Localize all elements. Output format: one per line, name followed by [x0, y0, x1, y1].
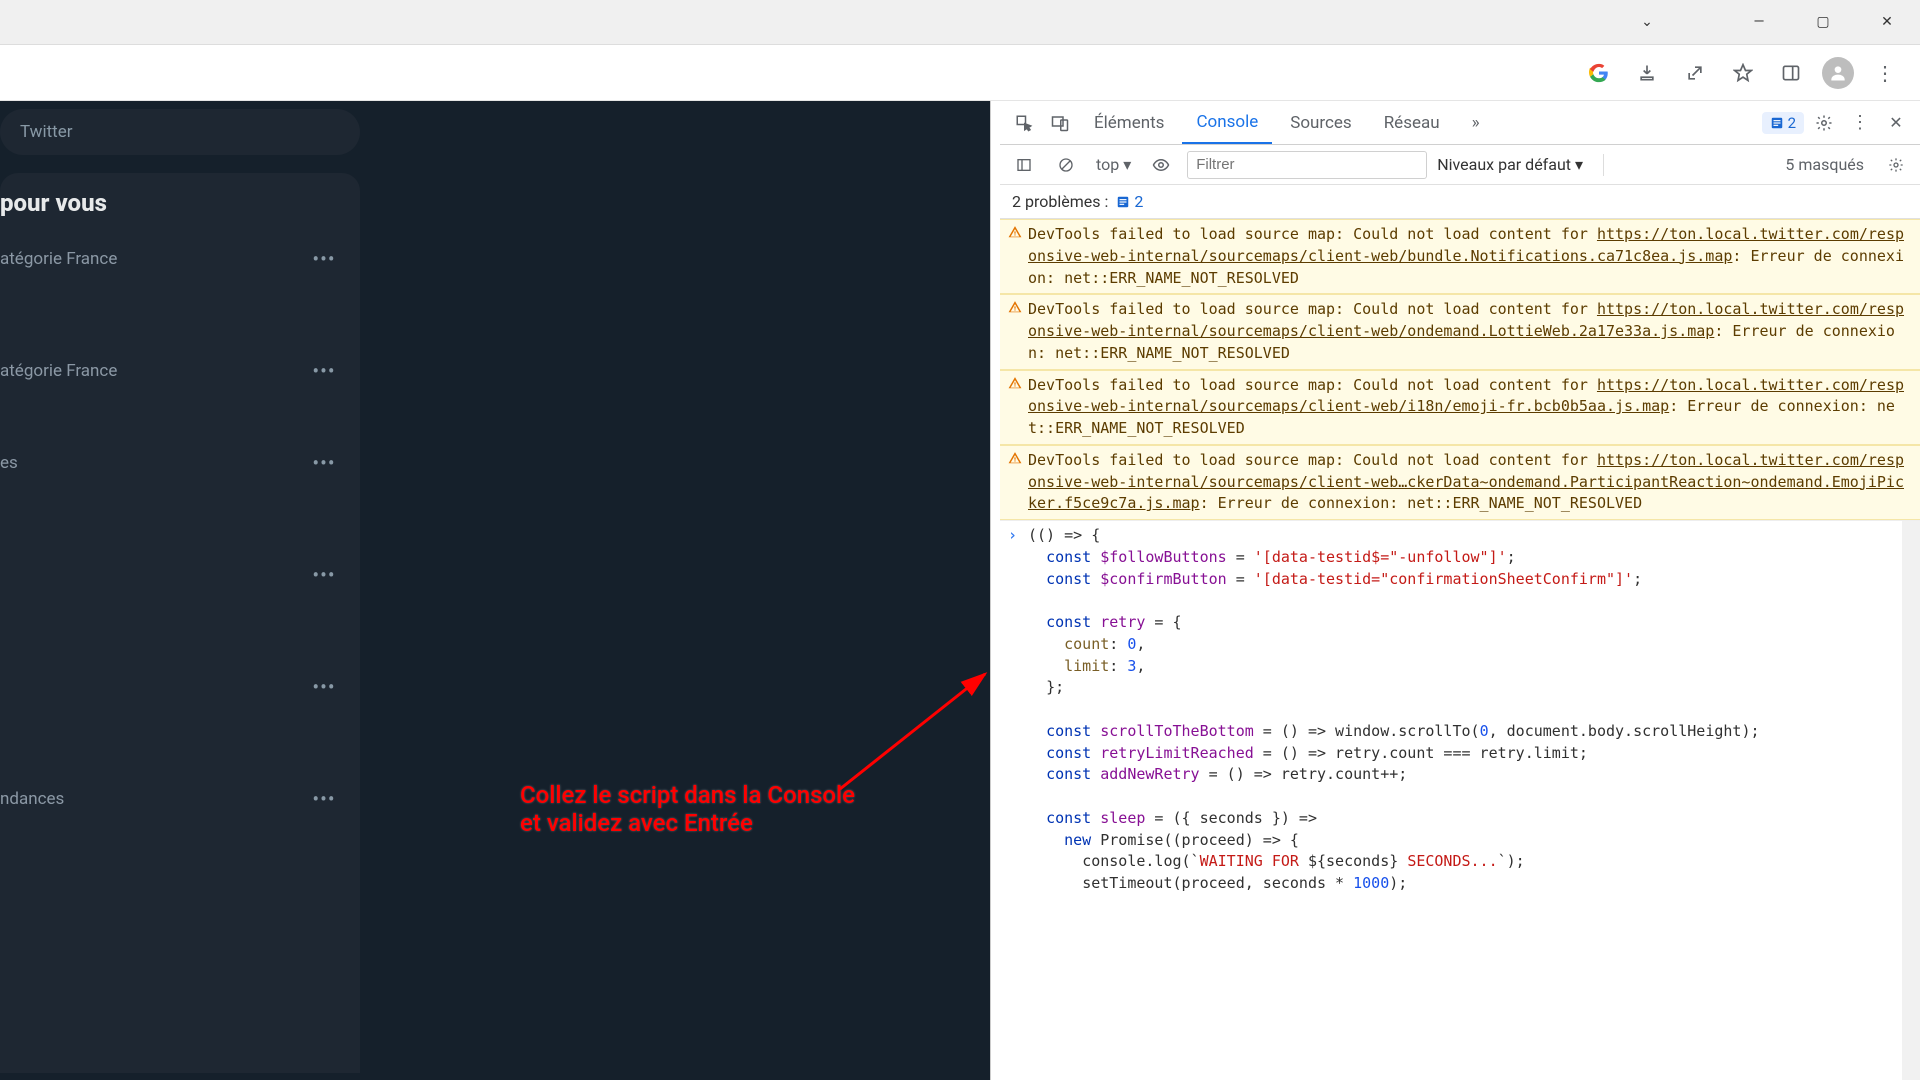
code-line: console.log(`WAITING FOR ${seconds} SECO…	[1028, 851, 1908, 873]
console-sidebar-toggle-icon[interactable]	[1008, 149, 1040, 181]
code-line	[1028, 590, 1908, 612]
code-line: const $followButtons = '[data-testid$="-…	[1028, 547, 1908, 569]
list-item[interactable]: atégorie France •••	[0, 231, 360, 299]
console-output[interactable]: DevTools failed to load source map: Coul…	[1000, 219, 1920, 1080]
devtools-close-icon[interactable]: ✕	[1880, 107, 1912, 139]
settings-gear-icon[interactable]	[1808, 107, 1840, 139]
devtools-panel: Éléments Console Sources Réseau » 2 ⋮ ✕	[1000, 101, 1920, 1080]
sidepanel-icon[interactable]	[1774, 56, 1808, 90]
list-item[interactable]: es •••	[0, 411, 360, 503]
context-selector[interactable]: top▾	[1092, 155, 1135, 174]
google-account-icon[interactable]	[1582, 56, 1616, 90]
trend-label: ndances	[0, 789, 64, 809]
window-close-button[interactable]: ✕	[1864, 6, 1910, 38]
code-line: limit: 3,	[1028, 656, 1908, 678]
code-line: (() => {	[1028, 525, 1908, 547]
console-toolbar: top▾ Niveaux par défaut▾ 5 masqués	[1000, 145, 1920, 185]
code-line: const retry = {	[1028, 612, 1908, 634]
problems-label: 2 problèmes :	[1012, 192, 1108, 211]
more-icon[interactable]: •••	[306, 247, 342, 271]
for-you-panel: pour vous atégorie France ••• atégorie F…	[0, 173, 360, 1073]
live-expression-icon[interactable]	[1145, 149, 1177, 181]
tab-chevron-icon[interactable]: ⌄	[1624, 6, 1670, 38]
code-line: const addNewRetry = () => retry.count++;	[1028, 764, 1908, 786]
list-item[interactable]: •••	[0, 615, 360, 727]
annotation-text: Collez le script dans la Console et vali…	[520, 781, 855, 837]
trend-label: es	[0, 453, 18, 473]
browser-toolbar: ⋮	[0, 45, 1920, 101]
console-warning: DevTools failed to load source map: Coul…	[1000, 219, 1920, 294]
trend-label: atégorie France	[0, 249, 117, 269]
clear-console-icon[interactable]	[1050, 149, 1082, 181]
profile-avatar[interactable]	[1822, 57, 1854, 89]
browser-menu-icon[interactable]: ⋮	[1868, 56, 1902, 90]
more-icon[interactable]: •••	[306, 675, 342, 699]
inspect-element-icon[interactable]	[1008, 107, 1040, 139]
code-line: new Promise((proceed) => {	[1028, 830, 1908, 852]
more-icon[interactable]: •••	[306, 787, 342, 811]
problems-badge: 2	[1116, 192, 1143, 211]
code-line	[1028, 699, 1908, 721]
code-line: };	[1028, 677, 1908, 699]
code-line: const retryLimitReached = () => retry.co…	[1028, 743, 1908, 765]
console-settings-gear-icon[interactable]	[1880, 149, 1912, 181]
list-item[interactable]: atégorie France •••	[0, 299, 360, 411]
twitter-sidebar: Twitter pour vous atégorie France ••• at…	[0, 101, 990, 1080]
tab-console[interactable]: Console	[1182, 102, 1272, 144]
hidden-count[interactable]: 5 masqués	[1785, 155, 1870, 174]
window-maximize-button[interactable]: ▢	[1800, 6, 1846, 38]
search-input[interactable]: Twitter	[0, 109, 360, 155]
console-warning: DevTools failed to load source map: Coul…	[1000, 445, 1920, 520]
more-icon[interactable]: •••	[306, 563, 342, 587]
window-minimize-button[interactable]: —	[1736, 6, 1782, 38]
search-placeholder: Twitter	[20, 122, 72, 142]
tabs-overflow-icon[interactable]: »	[1458, 103, 1494, 143]
code-line: const sleep = ({ seconds }) =>	[1028, 808, 1908, 830]
code-line	[1028, 786, 1908, 808]
issues-count: 2	[1788, 114, 1796, 132]
console-input-line[interactable]: › (() => { const $followButtons = '[data…	[1000, 520, 1920, 899]
tab-sources[interactable]: Sources	[1276, 103, 1365, 143]
splitter-handle[interactable]	[990, 101, 1000, 1080]
console-warning: DevTools failed to load source map: Coul…	[1000, 294, 1920, 369]
filter-input[interactable]	[1187, 151, 1427, 179]
share-icon[interactable]	[1678, 56, 1712, 90]
downloads-icon[interactable]	[1630, 56, 1664, 90]
more-icon[interactable]: •••	[306, 359, 342, 383]
panel-title: pour vous	[0, 189, 360, 231]
devtools-tabbar: Éléments Console Sources Réseau » 2 ⋮ ✕	[1000, 101, 1920, 145]
more-icon[interactable]: •••	[306, 451, 342, 475]
list-item[interactable]: ndances •••	[0, 727, 360, 839]
code-line: const $confirmButton = '[data-testid="co…	[1028, 569, 1908, 591]
problems-bar[interactable]: 2 problèmes : 2	[1000, 185, 1920, 219]
bookmark-star-icon[interactable]	[1726, 56, 1760, 90]
code-line: const scrollToTheBottom = () => window.s…	[1028, 721, 1908, 743]
list-item[interactable]: •••	[0, 503, 360, 615]
trend-label: atégorie France	[0, 361, 117, 381]
log-levels-selector[interactable]: Niveaux par défaut▾	[1437, 155, 1583, 174]
tab-elements[interactable]: Éléments	[1080, 103, 1178, 143]
window-titlebar: ⌄ — ▢ ✕	[0, 0, 1920, 45]
devtools-menu-icon[interactable]: ⋮	[1844, 107, 1876, 139]
tab-network[interactable]: Réseau	[1370, 103, 1454, 143]
device-toggle-icon[interactable]	[1044, 107, 1076, 139]
code-line: setTimeout(proceed, seconds * 1000);	[1028, 873, 1908, 895]
console-warning: DevTools failed to load source map: Coul…	[1000, 370, 1920, 445]
prompt-chevron-icon: ›	[1008, 525, 1017, 547]
code-line: count: 0,	[1028, 634, 1908, 656]
issues-badge[interactable]: 2	[1762, 112, 1804, 134]
